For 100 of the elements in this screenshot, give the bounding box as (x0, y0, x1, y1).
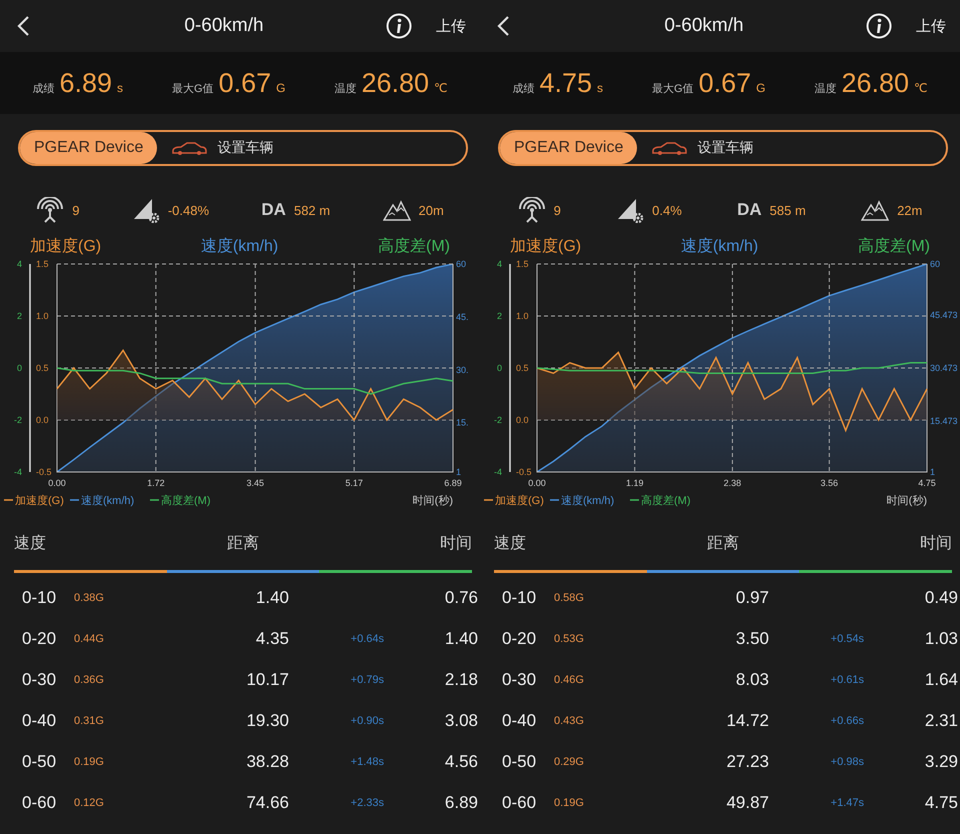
indicator-label: DA (737, 200, 762, 220)
stat-value: 26.80 (361, 68, 430, 98)
stat-value: 0.67 (698, 68, 752, 98)
y-axis-tick: 0.0 (516, 415, 529, 425)
stat-value: 26.80 (841, 68, 910, 98)
x-axis-tick: 0.00 (528, 478, 546, 488)
stat-unit: s (117, 80, 124, 94)
stat-value: 4.75 (539, 68, 592, 98)
g-value-cell-text: 0.12G (74, 796, 105, 808)
legend-label: 加速度(G) (15, 494, 64, 507)
y-axis-tick: 2 (16, 311, 22, 321)
device-tab[interactable]: PGEAR Device (500, 132, 638, 164)
y-axis-tick: 4 (496, 259, 502, 269)
stat-value: 6.89 (59, 68, 112, 98)
indicator-label: DA (261, 200, 286, 220)
vehicle-tab[interactable]: 设置车辆 (637, 132, 768, 164)
y-axis-tick: 4 (16, 259, 22, 269)
chart-title: 速度(km/h) (680, 236, 758, 257)
time-delta-cell-text: +1.47s (830, 796, 864, 808)
legend-item: 加速度(G) (484, 495, 544, 507)
legend-label: 加速度(G) (495, 494, 544, 507)
y-axis-tick: -0.5 (516, 467, 532, 477)
vehicle-tab[interactable]: 设置车辆 (157, 132, 288, 164)
indicator-value: 585 m (770, 202, 806, 218)
g-value-cell-text: 0.36G (74, 674, 105, 686)
indicator-value: 20m (418, 202, 444, 218)
speed-range-cell-text: 0-10 (22, 588, 58, 608)
speed-range-cell-text: 0-30 (22, 670, 58, 690)
y-axis-tick: 30.473 (930, 363, 958, 374)
y-axis-tick: -4 (14, 467, 22, 477)
stat-label: 最大G值 (652, 82, 694, 96)
time-cell-text: 0.76 (444, 588, 478, 608)
y-axis-tick: 1 (930, 467, 936, 477)
column-header: 距离 (227, 534, 259, 554)
y-axis-tick: 1.5 (36, 259, 49, 269)
distance-cell-text: 38.28 (245, 752, 289, 772)
time-delta-cell-text: +0.64s (350, 632, 384, 644)
time-delta-cell-text: +0.66s (830, 714, 864, 726)
legend-label: 速度(km/h) (81, 494, 134, 507)
time-cell-text: 2.18 (444, 670, 478, 690)
time-delta-cell-text: +0.90s (350, 714, 384, 726)
y-axis-tick: 15.473 (930, 416, 958, 426)
distance-cell-text: 19.30 (245, 710, 289, 730)
speed-range-cell-text: 0-60 (22, 792, 58, 812)
x-axis-tick: 2.38 (724, 478, 742, 488)
time-cell-text: 2.31 (924, 710, 958, 730)
speed-range-cell-text: 0-40 (502, 710, 538, 730)
legend-item: 高度差(M) (150, 495, 210, 507)
distance-cell-text: 27.23 (725, 752, 769, 772)
speed-range-cell-text: 0-50 (22, 752, 58, 772)
distance-cell-text: 14.72 (725, 710, 769, 730)
distance-cell-text: 1.40 (254, 588, 289, 608)
column-header: 时间 (920, 534, 952, 554)
legend-item: 速度(km/h) (550, 495, 614, 507)
x-axis-tick: 0.00 (48, 478, 66, 488)
time-delta-cell-text: +0.98s (830, 756, 864, 768)
axis-title: 时间(秒) (412, 495, 453, 507)
legend-label: 高度差(M) (641, 494, 690, 507)
g-value-cell-text: 0.43G (554, 714, 585, 726)
indicator-value: 0.4% (652, 202, 682, 218)
y-axis-tick: 1.0 (36, 311, 49, 321)
g-value-cell-text: 0.38G (74, 592, 105, 604)
y-axis-tick: 45. (456, 312, 469, 322)
g-value-cell-text: 0.58G (554, 592, 585, 604)
y-axis-tick: 2 (496, 311, 502, 321)
legend-item: 速度(km/h) (70, 495, 134, 507)
g-value-cell-text: 0.31G (74, 714, 105, 726)
time-cell-text: 6.89 (444, 792, 478, 812)
y-axis-tick: 15. (456, 418, 469, 428)
indicator-value: 9 (554, 202, 561, 218)
legend-label: 高度差(M) (161, 494, 210, 507)
x-axis-tick: 3.45 (246, 478, 264, 488)
g-value-cell-text: 0.19G (74, 756, 105, 768)
time-cell-text: 3.29 (924, 752, 958, 772)
screen-title: 0-60km/h (183, 15, 265, 37)
indicator-value: 22m (897, 202, 922, 218)
stat-unit: s (597, 80, 604, 94)
y-axis-tick: 0.5 (36, 363, 49, 373)
x-axis-tick: 4.75 (918, 478, 936, 488)
time-delta-cell-text: +2.33s (350, 796, 384, 808)
distance-cell-text: 74.66 (245, 792, 289, 812)
chart-title: 加速度(G) (510, 236, 582, 257)
device-tab[interactable]: PGEAR Device (20, 132, 158, 164)
indicator-value: -0.48% (168, 202, 210, 218)
speed-range-cell-text: 0-60 (502, 792, 538, 812)
upload-button[interactable]: 上传 (916, 16, 946, 36)
time-cell-text: 1.64 (924, 670, 958, 690)
stat-label: 成绩 (512, 82, 534, 96)
y-axis-tick: 0.0 (36, 415, 49, 425)
y-axis-tick: 0 (496, 363, 502, 373)
upload-button[interactable]: 上传 (436, 16, 466, 36)
stat-label: 最大G值 (172, 82, 214, 96)
time-cell-text: 3.08 (444, 710, 478, 730)
stat-unit: ℃ (914, 80, 928, 94)
g-value-cell-text: 0.53G (554, 632, 585, 644)
column-header: 距离 (707, 534, 739, 554)
distance-cell-text: 8.03 (734, 670, 769, 690)
speed-range-cell-text: 0-20 (22, 628, 58, 648)
stat-label: 成绩 (32, 82, 54, 96)
stat-value: 0.67 (218, 68, 272, 98)
